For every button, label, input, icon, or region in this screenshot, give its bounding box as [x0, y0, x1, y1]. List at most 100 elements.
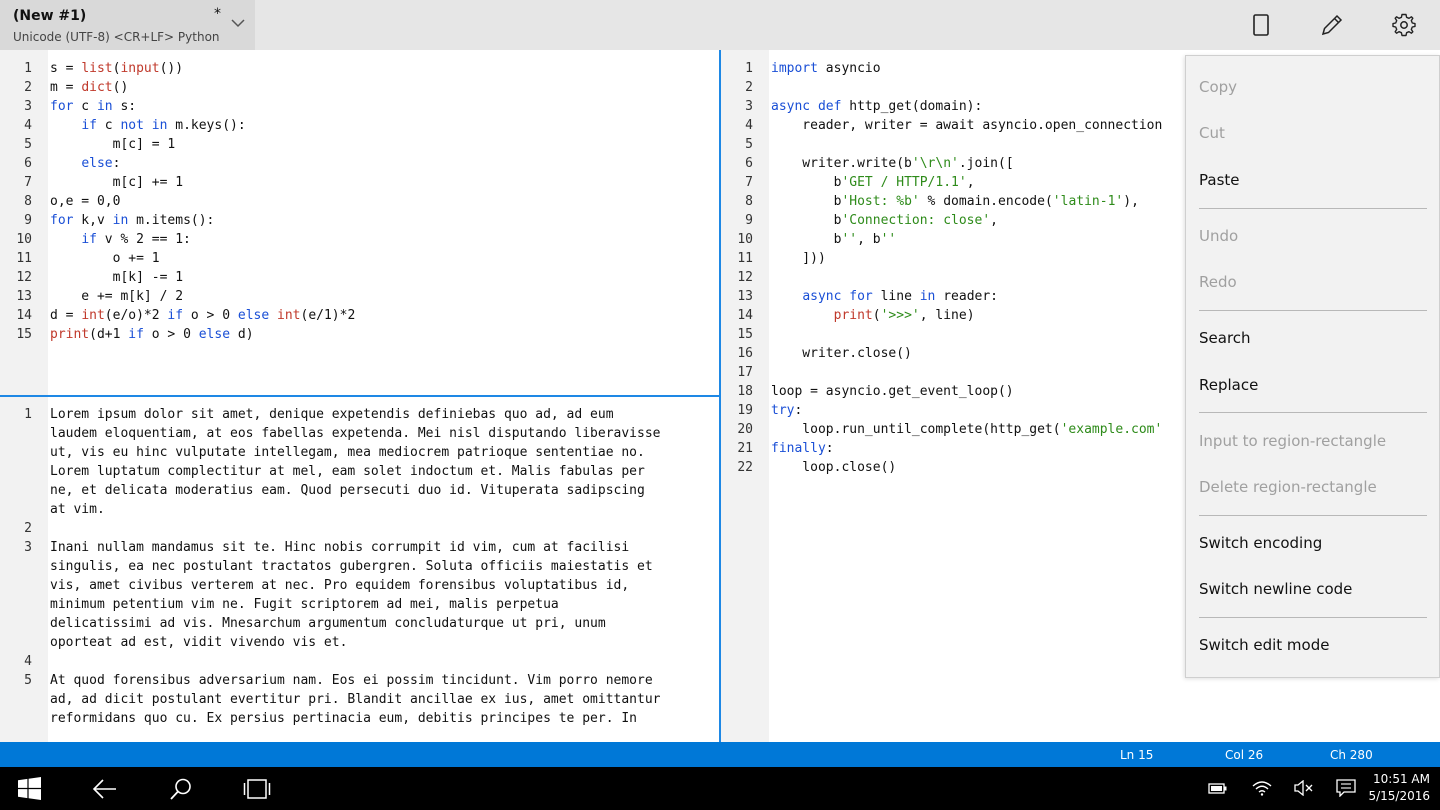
text-area[interactable]: 1 Lorem ipsum dolor sit amet, denique exp… [0, 405, 660, 728]
code-area[interactable]: 1 s = list(input()) 2 m = dict() 3 for c in s… [0, 59, 355, 344]
line-indicator: Ln 15 [1120, 748, 1154, 762]
battery-icon[interactable] [1208, 781, 1228, 795]
code-line[interactable]: laudem eloquentiam, at eos fabellas expe… [0, 424, 660, 443]
code-line[interactable]: 11 ])) [721, 249, 1162, 268]
code-line[interactable]: 1 Lorem ipsum dolor sit amet, denique exp… [0, 405, 660, 424]
line-number [0, 424, 40, 443]
code-line[interactable]: 11 o += 1 [0, 249, 355, 268]
line-text: finally: [771, 441, 834, 456]
code-line[interactable]: 5 At quod forensibus adversarium nam. Eos… [0, 671, 660, 690]
code-line[interactable]: at vim. [0, 500, 660, 519]
code-line[interactable]: Lorem luptatum complectitur at mel, eam … [0, 462, 660, 481]
menu-item-delete-region-rectangle: Delete region-rectangle [1199, 478, 1377, 496]
code-line[interactable]: 10 if v % 2 == 1: [0, 230, 355, 249]
gear-icon[interactable] [1391, 12, 1417, 38]
code-line[interactable]: 5 [721, 135, 1162, 154]
code-line[interactable]: reformidans quo cu. Ex persius pertinaci… [0, 709, 660, 728]
code-line[interactable]: 14 d = int(e/o)*2 if o > 0 else int(e/1)*… [0, 306, 355, 325]
code-line[interactable]: 7 m[c] += 1 [0, 173, 355, 192]
code-line[interactable]: singulis, ea nec postulant tractatos gub… [0, 557, 660, 576]
code-line[interactable]: 7 b'GET / HTTP/1.1', [721, 173, 1162, 192]
code-line[interactable]: minimum petentium vim ne. Fugit scriptor… [0, 595, 660, 614]
line-text [761, 363, 771, 382]
code-line[interactable]: 14 print('>>>', line) [721, 306, 1162, 325]
chevron-down-icon[interactable] [229, 14, 247, 32]
pane-splitter-horizontal[interactable] [0, 395, 719, 397]
search-icon[interactable] [169, 777, 193, 801]
code-line[interactable]: 2 [0, 519, 660, 538]
line-number: 8 [24, 194, 32, 209]
action-center-icon[interactable] [1336, 779, 1356, 797]
code-line[interactable]: 13 async for line in reader: [721, 287, 1162, 306]
code-line[interactable]: 3 for c in s: [0, 97, 355, 116]
menu-item-switch-encoding[interactable]: Switch encoding [1199, 534, 1322, 552]
system-clock[interactable]: 10:51 AM 5/15/2016 [1368, 771, 1430, 805]
code-line[interactable]: 17 [721, 363, 1162, 382]
task-view-icon[interactable] [243, 778, 271, 800]
code-line[interactable]: ad, ad dicit postulant evertitur pri. Bl… [0, 690, 660, 709]
code-line[interactable]: 1 import asyncio [721, 59, 1162, 78]
line-number [0, 614, 40, 633]
code-line[interactable]: 3 Inani nullam mandamus sit te. Hinc nobi… [0, 538, 660, 557]
code-line[interactable]: 19 try: [721, 401, 1162, 420]
code-line[interactable]: 13 e += m[k] / 2 [0, 287, 355, 306]
volume-muted-icon[interactable] [1293, 780, 1313, 796]
windows-start-icon[interactable] [18, 777, 41, 800]
code-line[interactable]: 20 loop.run_until_complete(http_get('exa… [721, 420, 1162, 439]
editor-pane-bottom-left[interactable]: 1 Lorem ipsum dolor sit amet, denique exp… [0, 397, 719, 742]
code-line[interactable]: vis, amet civibus verterem at nec. Pro e… [0, 576, 660, 595]
code-line[interactable]: 10 b'', b'' [721, 230, 1162, 249]
code-line[interactable]: 16 writer.close() [721, 344, 1162, 363]
code-area[interactable]: 1 import asyncio 2 3 async def http_get(doma… [721, 59, 1162, 477]
code-line[interactable]: 5 m[c] = 1 [0, 135, 355, 154]
line-number: 13 [737, 289, 753, 304]
code-line[interactable]: 9 b'Connection: close', [721, 211, 1162, 230]
document-tab[interactable]: (New #1) * Unicode (UTF-8) <CR+LF> Pytho… [0, 0, 255, 50]
line-number: 6 [745, 156, 753, 171]
code-line[interactable]: 18 loop = asyncio.get_event_loop() [721, 382, 1162, 401]
line-text: delicatissimi ad vis. Mnesarchum argumen… [50, 616, 606, 631]
pencil-icon[interactable] [1319, 12, 1345, 38]
line-text [761, 135, 771, 154]
line-number: 3 [745, 99, 753, 114]
code-line[interactable]: 4 if c not in m.keys(): [0, 116, 355, 135]
line-number [0, 557, 40, 576]
code-line[interactable]: 6 writer.write(b'\r\n'.join([ [721, 154, 1162, 173]
code-line[interactable]: ut, vis eu hinc vulputate intellegam, me… [0, 443, 660, 462]
menu-item-paste[interactable]: Paste [1199, 171, 1240, 189]
line-number: 10 [16, 232, 32, 247]
menu-item-switch-edit-mode[interactable]: Switch edit mode [1199, 636, 1329, 654]
code-line[interactable]: delicatissimi ad vis. Mnesarchum argumen… [0, 614, 660, 633]
code-line[interactable]: 8 b'Host: %b' % domain.encode('latin-1')… [721, 192, 1162, 211]
wifi-icon[interactable] [1252, 780, 1272, 796]
tablet-mode-icon[interactable] [1248, 12, 1274, 38]
menu-item-replace[interactable]: Replace [1199, 376, 1258, 394]
menu-item-switch-newline-code[interactable]: Switch newline code [1199, 580, 1352, 598]
pane-splitter-vertical[interactable] [719, 50, 721, 742]
code-line[interactable]: 12 m[k] -= 1 [0, 268, 355, 287]
code-line[interactable]: 2 m = dict() [0, 78, 355, 97]
code-line[interactable]: 15 [721, 325, 1162, 344]
code-line[interactable]: 2 [721, 78, 1162, 97]
line-text: o,e = 0,0 [50, 194, 121, 209]
code-line[interactable]: 4 [0, 652, 660, 671]
line-number: 16 [737, 346, 753, 361]
code-line[interactable]: 1 s = list(input()) [0, 59, 355, 78]
code-line[interactable]: 8 o,e = 0,0 [0, 192, 355, 211]
code-line[interactable]: 12 [721, 268, 1162, 287]
code-line[interactable]: 9 for k,v in m.items(): [0, 211, 355, 230]
back-arrow-icon[interactable] [92, 778, 118, 800]
code-line[interactable]: 3 async def http_get(domain): [721, 97, 1162, 116]
code-line[interactable]: 6 else: [0, 154, 355, 173]
code-line[interactable]: 15 print(d+1 if o > 0 else d) [0, 325, 355, 344]
code-line[interactable]: 4 reader, writer = await asyncio.open_co… [721, 116, 1162, 135]
editor-pane-top-left[interactable]: 1 s = list(input()) 2 m = dict() 3 for c in s… [0, 50, 719, 395]
line-number: 11 [16, 251, 32, 266]
line-number: 8 [745, 194, 753, 209]
code-line[interactable]: ne, et delicata moderatius eam. Quod per… [0, 481, 660, 500]
menu-item-search[interactable]: Search [1199, 329, 1251, 347]
taskbar: 10:51 AM 5/15/2016 [0, 767, 1440, 810]
code-line[interactable]: 22 loop.close() [721, 458, 1162, 477]
code-line[interactable]: oporteat ad est, vidit vivendo vis et. [0, 633, 660, 652]
code-line[interactable]: 21 finally: [721, 439, 1162, 458]
